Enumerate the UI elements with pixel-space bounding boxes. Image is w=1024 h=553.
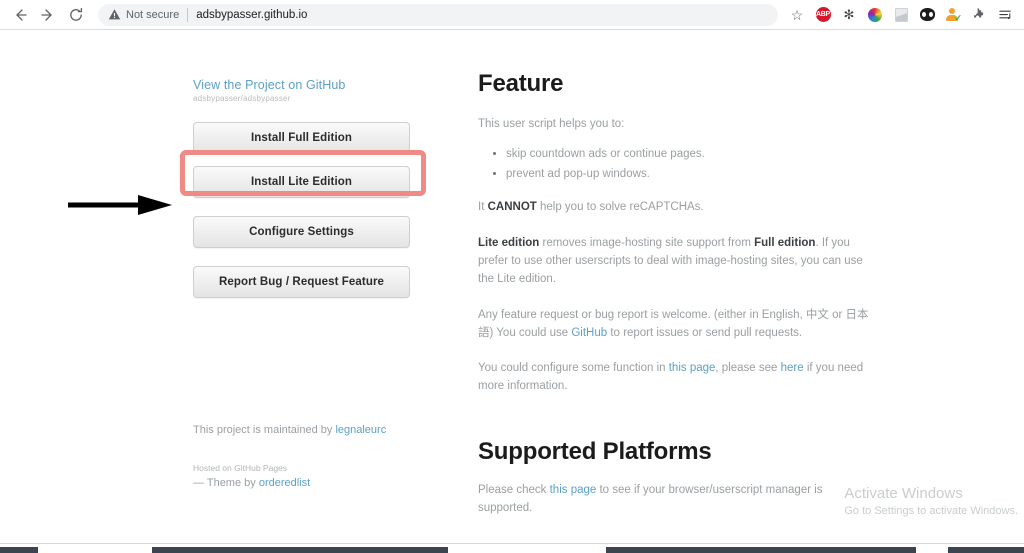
cannot-suffix: help you to solve reCAPTCHAs. (536, 201, 704, 214)
marshmallow-extension-icon[interactable] (914, 2, 940, 28)
taskbar-segment (948, 547, 1024, 553)
webpage-viewport: View the Project on GitHub adsbypasser/a… (0, 30, 1024, 543)
github-link[interactable]: GitHub (571, 327, 607, 339)
extension-toolbar: ☆ ABP ✻ ✓ (784, 2, 1024, 28)
cannot-emphasis: CANNOT (487, 201, 537, 214)
user-check-extension-icon[interactable]: ✓ (940, 2, 966, 28)
reload-icon[interactable] (62, 1, 90, 29)
maintained-by-label: This project is maintained by (193, 424, 336, 436)
url-text: adsbypasser.github.io (196, 8, 308, 21)
windows-taskbar-sliver (0, 543, 1024, 553)
abp-badge-label: ABP (815, 7, 831, 22)
lite-edition-emphasis: Lite edition (478, 237, 540, 250)
feature-intro-text: This user script helps you to: (478, 118, 625, 130)
download-button-group: Install Full Edition Install Lite Editio… (193, 122, 413, 298)
cannot-recaptcha-text: It CANNOT help you to solve reCAPTCHAs. (478, 199, 878, 217)
maintainer-link[interactable]: legnaleurc (335, 424, 386, 436)
theme-credit: — Theme by orderedlist (193, 477, 413, 489)
request-suffix: to report issues or send pull requests. (607, 326, 803, 339)
main-content: Feature This user script helps you to: s… (478, 70, 878, 543)
configure-function-text: You could configure some function in thi… (478, 360, 878, 396)
security-status-label: Not secure (126, 8, 180, 21)
list-item: skip countdown ads or continue pages. (506, 146, 878, 164)
puzzle-extensions-icon[interactable] (966, 2, 992, 28)
platforms-prefix: Please check (478, 483, 550, 496)
configure-here-link[interactable]: here (781, 362, 804, 374)
watermark-subtitle: Go to Settings to activate Windows. (844, 504, 1018, 517)
lite-edition-mid: removes image-hosting site support from (539, 237, 755, 250)
bookmark-flag-extension-icon[interactable] (888, 2, 914, 28)
address-bar[interactable]: Not secure adsbypasser.github.io (98, 3, 778, 26)
configure-mid: , please see (715, 362, 781, 375)
theme-author-link[interactable]: orderedlist (259, 477, 310, 489)
color-wheel-extension-icon[interactable] (862, 2, 888, 28)
supported-platforms-text: Please check this page to see if your br… (478, 482, 878, 518)
annotation-arrow-icon (68, 195, 172, 215)
repository-name-label: adsbypasser/adsbypasser (193, 94, 291, 103)
watermark-title: Activate Windows (844, 485, 963, 502)
star-icon[interactable]: ☆ (784, 2, 810, 28)
full-edition-emphasis: Full edition (754, 237, 816, 250)
feature-bullet-list: skip countdown ads or continue pages. pr… (478, 146, 878, 184)
feature-request-text: Any feature request or bug report is wel… (478, 307, 878, 343)
report-bug-button[interactable]: Report Bug / Request Feature (193, 266, 410, 298)
feature-heading: Feature (478, 70, 564, 97)
adblock-plus-extension-icon[interactable]: ABP (810, 2, 836, 28)
theme-by-label: — Theme by (193, 476, 259, 489)
sidebar: View the Project on GitHub adsbypasser/a… (193, 78, 413, 489)
omnibox-divider (187, 7, 189, 22)
forward-arrow-icon[interactable] (34, 1, 62, 29)
hosted-on-github-pages-label: Hosted on GitHub Pages (193, 463, 288, 473)
taskbar-segment (152, 547, 448, 553)
install-lite-edition-button[interactable]: Install Lite Edition (193, 166, 410, 198)
configure-this-page-link[interactable]: this page (669, 362, 716, 374)
taskbar-segment (0, 547, 38, 553)
chrome-menu-icon[interactable] (992, 2, 1018, 28)
install-full-edition-button[interactable]: Install Full Edition (193, 122, 410, 154)
taskbar-segment (606, 547, 916, 553)
not-secure-warning-icon (108, 8, 121, 21)
cannot-prefix: It (478, 201, 488, 214)
supported-platforms-heading: Supported Platforms (478, 437, 712, 465)
platforms-this-page-link[interactable]: this page (550, 484, 597, 496)
lite-edition-text: Lite edition removes image-hosting site … (478, 235, 878, 288)
view-project-on-github-link[interactable]: View the Project on GitHub (193, 78, 413, 93)
activate-windows-watermark: Activate Windows Go to Settings to activ… (844, 485, 1018, 518)
list-item: prevent ad pop-up windows. (506, 166, 878, 184)
maintainer-credit: This project is maintained by legnaleurc (193, 424, 413, 436)
configure-settings-button[interactable]: Configure Settings (193, 216, 410, 248)
browser-toolbar: Not secure adsbypasser.github.io ☆ ABP ✻… (0, 0, 1024, 30)
configure-prefix: You could configure some function in (478, 362, 669, 375)
back-arrow-icon[interactable] (6, 1, 34, 29)
settings-gear-extension-icon[interactable]: ✻ (836, 2, 862, 28)
